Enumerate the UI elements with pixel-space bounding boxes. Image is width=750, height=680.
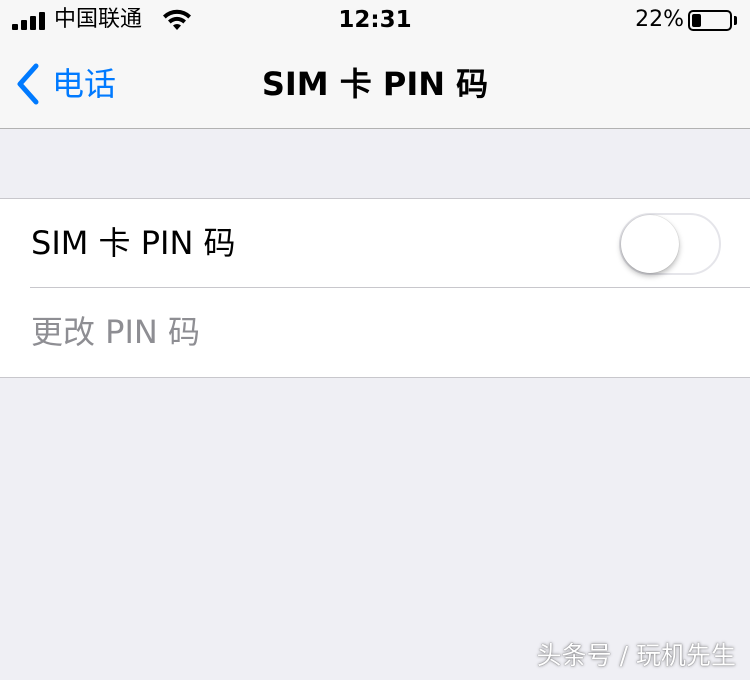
settings-group: SIM 卡 PIN 码 更改 PIN 码 <box>0 198 750 378</box>
change-pin-row[interactable]: 更改 PIN 码 <box>0 288 750 377</box>
change-pin-label: 更改 PIN 码 <box>31 313 201 351</box>
navigation-bar: 电话 SIM 卡 PIN 码 <box>0 40 750 129</box>
page-title: SIM 卡 PIN 码 <box>261 65 489 103</box>
battery-level-fill <box>692 14 701 27</box>
status-bar: 中国联通 12:31 22% <box>0 0 750 40</box>
sim-pin-toggle[interactable] <box>619 213 721 275</box>
battery-percent: 22% <box>635 7 684 32</box>
sim-pin-row: SIM 卡 PIN 码 <box>0 199 750 288</box>
watermark: 头条号 / 玩机先生 <box>536 641 736 670</box>
sim-pin-label: SIM 卡 PIN 码 <box>31 224 236 262</box>
battery-tip <box>734 16 737 25</box>
toggle-knob <box>621 215 679 273</box>
battery-icon <box>688 10 732 31</box>
